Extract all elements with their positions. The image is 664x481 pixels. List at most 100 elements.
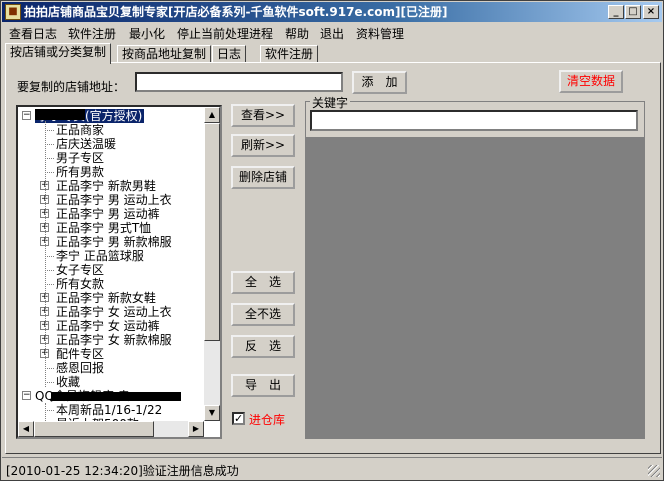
resize-grip-icon[interactable]	[648, 465, 660, 477]
tree-connector	[45, 144, 54, 145]
menu-minimize[interactable]: 最小化	[129, 25, 165, 42]
keyword-input[interactable]	[310, 110, 638, 131]
tree-node-label: 正品商家	[56, 123, 105, 137]
tree-node-label: 正品李宁 女 运动裤	[56, 319, 160, 333]
store-tree[interactable]: 李宁专卖(官方授权) − 正品商家 店庆送温暖 男子专区 所有男款 正品李宁 新款男鞋 + 正品…	[16, 105, 222, 439]
delete-store-button[interactable]: 删除店铺	[231, 166, 295, 189]
tab-label: 软件注册	[265, 47, 314, 61]
tree-connector	[45, 121, 46, 387]
store-url-label: 要复制的店铺地址：	[17, 80, 126, 94]
tree-node-category[interactable]: 正品李宁 男式T恤	[56, 221, 151, 235]
scroll-thumb-horizontal[interactable]	[34, 421, 154, 437]
maximize-icon: □	[628, 6, 638, 17]
tree-horizontal-scrollbar[interactable]: ◀ ▶	[18, 421, 204, 437]
menu-register[interactable]: 软件注册	[68, 25, 116, 42]
tree-node-category[interactable]: 正品李宁 新款女鞋	[56, 291, 156, 305]
tab-register[interactable]: 软件注册	[260, 45, 319, 63]
tree-vertical-scrollbar[interactable]: ▲ ▼	[204, 107, 220, 421]
main-window: ■ 拍拍店铺商品宝贝复制专家[开店必备系列-千鱼软件soft.917e.com]…	[0, 0, 664, 481]
tree-node-label: 配件专区	[56, 347, 105, 361]
tree-node-category[interactable]: 正品李宁 男 运动上衣	[56, 193, 172, 207]
tree-node-category[interactable]: 感恩回报	[56, 361, 104, 375]
tree-connector	[45, 158, 54, 159]
tree-node-category[interactable]: 李宁 正品篮球服	[56, 249, 144, 263]
tree-connector	[45, 410, 54, 411]
scroll-thumb[interactable]	[204, 123, 220, 341]
tab-copy-by-url[interactable]: 按商品地址复制	[117, 45, 212, 63]
tree-node-label: 正品李宁 男式T恤	[56, 221, 152, 235]
scroll-right-icon[interactable]: ▶	[188, 421, 204, 437]
tree-node-category[interactable]: 正品李宁 男 运动裤	[56, 207, 160, 221]
add-button[interactable]: 添 加	[352, 71, 407, 94]
tree-node-category[interactable]: 正品李宁 新款男鞋	[56, 179, 156, 193]
menu-stop-process[interactable]: 停止当前处理进程	[177, 25, 273, 42]
maximize-button[interactable]: □	[625, 5, 641, 19]
tree-node-label: 所有女款	[56, 277, 105, 291]
tree-node-category[interactable]: 收藏	[56, 375, 80, 389]
tree-node-category[interactable]: 店庆送温暖	[56, 137, 116, 151]
tree-node-label: 女子专区	[56, 263, 105, 277]
redaction-mark	[35, 109, 85, 120]
tree-node-label: 正品李宁 女 运动上衣	[56, 305, 172, 319]
tree-node-category[interactable]: 本周新品1/16-1/22	[56, 403, 162, 417]
tab-label: 日志	[217, 47, 242, 61]
tree-node-label: 店庆送温暖	[56, 137, 117, 151]
menu-help[interactable]: 帮助	[285, 25, 309, 42]
tree-node-label: 正品李宁 新款男鞋	[56, 179, 156, 193]
scroll-down-icon[interactable]: ▼	[204, 405, 220, 421]
tree-connector	[45, 130, 54, 131]
tab-log[interactable]: 日志	[212, 45, 247, 63]
collapse-icon[interactable]: −	[22, 391, 31, 400]
menu-view-log[interactable]: 查看日志	[9, 25, 57, 42]
window-title: 拍拍店铺商品宝贝复制专家[开店必备系列-千鱼软件soft.917e.com][已…	[24, 5, 448, 19]
menu-exit[interactable]: 退出	[320, 25, 344, 42]
redaction-mark	[51, 392, 181, 401]
tree-node-label: 男子专区	[56, 151, 105, 165]
status-text: [2010-01-25 12:34:20]验证注册信息成功	[6, 464, 239, 478]
tree-node-category[interactable]: 配件专区	[56, 347, 104, 361]
tree-node-category[interactable]: 女子专区	[56, 263, 104, 277]
minimize-icon: _	[613, 6, 619, 17]
tree-connector	[45, 284, 54, 285]
status-bar: [2010-01-25 12:34:20]验证注册信息成功	[2, 457, 662, 479]
close-button[interactable]: ×	[643, 5, 659, 19]
tree-node-category[interactable]: 所有男款	[56, 165, 104, 179]
tree-node-category[interactable]: 正品李宁 女 新款棉服	[56, 333, 172, 347]
select-all-button[interactable]: 全 选	[231, 271, 295, 294]
store-url-input[interactable]	[135, 72, 343, 92]
title-bar[interactable]: ■ 拍拍店铺商品宝贝复制专家[开店必备系列-千鱼软件soft.917e.com]…	[2, 2, 662, 22]
tree-node-label: 所有男款	[56, 165, 105, 179]
to-warehouse-label: 进仓库	[249, 413, 286, 427]
invert-selection-button[interactable]: 反 选	[231, 335, 295, 358]
tree-node-category[interactable]: 正品李宁 男 新款棉服	[56, 235, 172, 249]
tab-copy-by-store[interactable]: 按店铺或分类复制	[5, 43, 112, 64]
keyword-label: 关键字	[310, 94, 351, 111]
tab-strip: 按店铺或分类复制 按商品地址复制 日志 软件注册	[5, 43, 661, 64]
app-icon[interactable]: ■	[5, 4, 21, 20]
tree-node-category[interactable]: 正品李宁 女 运动裤	[56, 319, 160, 333]
menu-data-manage[interactable]: 资料管理	[356, 25, 404, 42]
clear-data-button[interactable]: 清空数据	[559, 70, 623, 93]
view-button[interactable]: 查看>>	[231, 104, 295, 127]
to-warehouse-checkbox[interactable]: ✓	[232, 412, 245, 425]
select-none-button[interactable]: 全不选	[231, 303, 295, 326]
scroll-left-icon[interactable]: ◀	[18, 421, 34, 437]
tree-node-category[interactable]: 所有女款	[56, 277, 104, 291]
export-button[interactable]: 导 出	[231, 374, 295, 397]
tree-node-category[interactable]: 正品商家	[56, 123, 104, 137]
refresh-button[interactable]: 刷新>>	[231, 134, 295, 157]
tree-node-label: 正品李宁 男 运动裤	[56, 207, 160, 221]
minimize-button[interactable]: _	[608, 5, 624, 19]
tree-connector	[45, 256, 54, 257]
tree-node-category[interactable]: 正品李宁 女 运动上衣	[56, 305, 172, 319]
tree-connector	[45, 368, 54, 369]
tree-node-category[interactable]: 男子专区	[56, 151, 104, 165]
tab-label: 按商品地址复制	[122, 47, 207, 61]
results-area[interactable]	[305, 137, 645, 439]
tab-label: 按店铺或分类复制	[10, 45, 107, 59]
scroll-up-icon[interactable]: ▲	[204, 107, 220, 123]
tree-connector	[45, 172, 54, 173]
tree-node-label: 收藏	[56, 375, 81, 389]
tree-node-label: 正品李宁 男 运动上衣	[56, 193, 172, 207]
collapse-icon[interactable]: −	[22, 111, 31, 120]
